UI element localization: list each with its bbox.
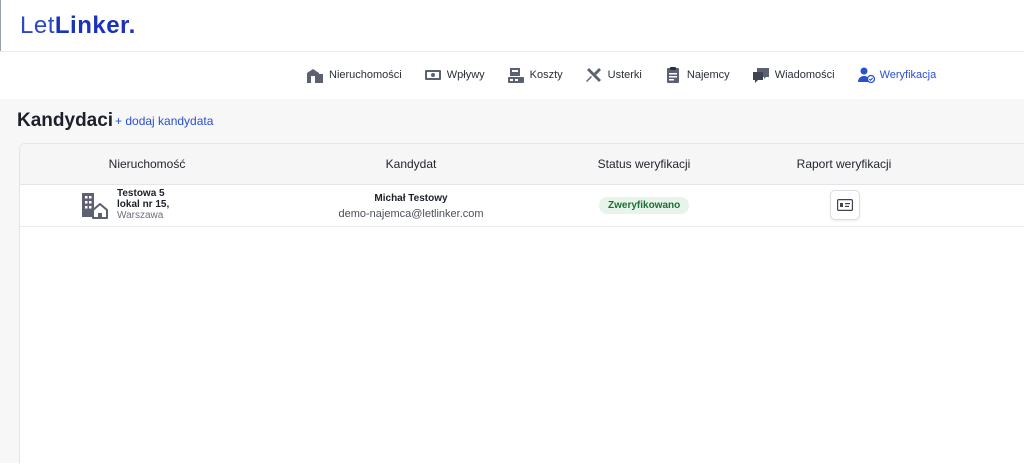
status-badge: Zweryfikowano [599,197,690,214]
candidate-email: demo-najemca@letlinker.com [338,208,484,220]
nav-item-label: Najemcy [686,69,730,81]
add-candidate-link[interactable]: + dodaj kandydata [115,114,213,128]
table-row[interactable]: Testowa 5 lokal nr 15, Warszawa Michał T… [20,185,1024,227]
building-house-icon [82,193,108,219]
nav-item-weryfikacja[interactable]: Weryfikacja [857,66,937,84]
nav-item-nieruchomosci[interactable]: Nieruchomości [306,66,402,84]
candidate-cell: Michał Testowy demo-najemca@letlinker.co… [338,192,483,222]
property-unit: lokal nr 15, [117,199,170,210]
brand-logo-bold: Linker [54,12,129,39]
nav-item-label: Koszty [529,69,563,81]
property-street: Testowa 5 [117,188,165,199]
nav-item-wplywy[interactable]: Wpływy [424,66,485,84]
nav-item-label: Wpływy [446,69,485,81]
register-icon [507,68,524,83]
brand-logo-dot: . [128,12,136,39]
nav-item-usterki[interactable]: Usterki [585,66,642,84]
page-title: Kandydaci [17,110,114,131]
candidate-name: Michał Testowy [374,193,448,204]
nav-item-wiadomosci[interactable]: Wiadomości [752,66,835,84]
tools-icon [585,68,601,82]
column-header-candidate: Kandydat [385,157,437,171]
cash-icon [424,70,441,80]
id-card-icon [837,199,853,211]
nav-item-label: Weryfikacja [879,69,937,81]
candidates-table: Nieruchomość Kandydat Status weryfikacji… [19,143,1024,464]
main-content: Kandydaci + dodaj kandydata Nieruchomość… [0,99,1024,464]
property-city: Warszawa [117,210,164,221]
chat-icon [752,68,769,83]
column-header-property: Nieruchomość [108,157,186,171]
top-navigation-bar: Nieruchomości Wpływy Koszty Usterki Naje… [0,51,1024,100]
table-header: Nieruchomość Kandydat Status weryfikacji… [20,144,1024,185]
nav-item-najemcy[interactable]: Najemcy [664,66,730,84]
property-address: Testowa 5 lokal nr 15, Warszawa [117,188,169,221]
user-check-icon [857,67,875,84]
column-header-report: Raport weryfikacji [796,157,892,171]
nav-item-label: Wiadomości [774,69,835,81]
building-icon [307,69,323,83]
column-header-status: Status weryfikacji [597,157,691,171]
clipboard-icon [666,67,679,83]
nav-item-label: Nieruchomości [329,69,402,81]
nav-item-koszty[interactable]: Koszty [507,66,563,84]
nav-item-label: Usterki [607,69,642,81]
brand-logo-light: Let [20,12,55,39]
main-nav: Nieruchomości Wpływy Koszty Usterki Naje… [306,66,958,84]
view-report-button[interactable] [830,190,860,220]
brand-logo[interactable]: LetLinker. [20,12,136,40]
